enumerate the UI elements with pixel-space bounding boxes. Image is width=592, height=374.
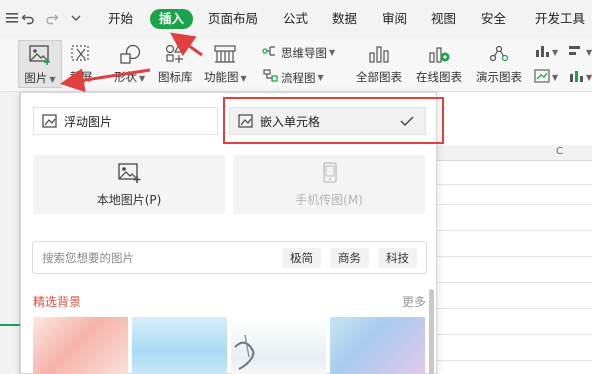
annotation-arrows bbox=[60, 32, 203, 93]
arrow-to-insert-tab bbox=[170, 32, 203, 57]
arrow-to-picture-button bbox=[60, 68, 151, 93]
